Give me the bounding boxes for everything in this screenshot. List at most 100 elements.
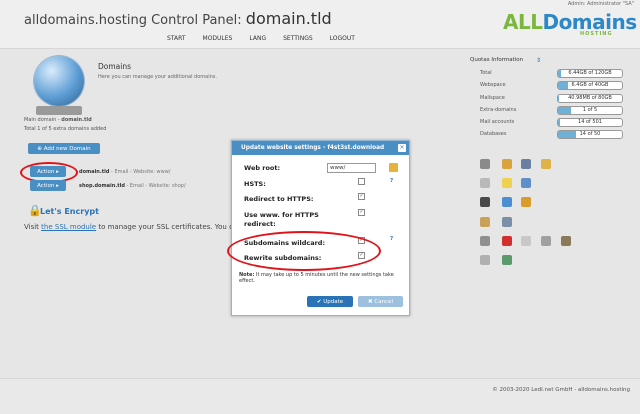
quota-label: Total (480, 70, 492, 76)
title-domain: domain.tld (245, 9, 332, 28)
highlight-annotation (227, 231, 381, 271)
document-icon[interactable] (480, 255, 490, 265)
sort-icon[interactable]: ⇕ (536, 57, 541, 64)
cancel-button[interactable]: ✖ Cancel (358, 296, 403, 307)
use-www-checkbox[interactable]: ✓ (358, 209, 365, 216)
redirect-https-label: Redirect to HTTPS: (244, 195, 314, 203)
quota-value: 6.44GB of 120GB (568, 70, 612, 76)
quota-label: Databases (480, 131, 507, 137)
page-title: alldomains.hosting Control Panel: domain… (24, 9, 332, 28)
close-icon[interactable] (502, 236, 512, 246)
add-domain-button[interactable]: ⊕ Add new Domain (28, 143, 100, 154)
quota-bar: 6.4GB of 40GB (557, 81, 623, 90)
close-icon[interactable]: ✕ (398, 144, 406, 152)
quota-row: Databases 14 of 50 (474, 129, 624, 139)
quota-value: 14 of 50 (579, 131, 601, 137)
domains-heading: Domains (98, 62, 132, 71)
quota-value: 1 of 5 (582, 107, 598, 113)
help-icon[interactable]: ? (390, 178, 393, 184)
quota-bar: 40.98MB of 80GB (557, 94, 623, 103)
database-icon[interactable] (480, 236, 490, 246)
add-domain-label: Add new Domain (43, 145, 91, 152)
smile-icon[interactable] (541, 159, 551, 169)
ssl-module-link[interactable]: the SSL module (41, 223, 96, 231)
nav-settings[interactable]: SETTINGS (283, 35, 313, 42)
folder-icon[interactable] (389, 163, 398, 172)
strike-icon[interactable] (480, 178, 490, 188)
quota-value: 14 of 501 (578, 119, 602, 125)
quota-label: Webspace (480, 82, 506, 88)
floppy-icon[interactable] (480, 159, 490, 169)
hsts-checkbox[interactable] (358, 178, 365, 185)
quota-bar: 14 of 50 (557, 130, 623, 139)
quota-row: Webspace 6.4GB of 40GB (474, 80, 624, 90)
nav-lang[interactable]: LANG (249, 35, 266, 42)
web-root-label: Web root: (244, 164, 281, 172)
quotas-title: Quotas Information (470, 57, 524, 63)
domain-name[interactable]: shop.domain.tld (79, 183, 125, 189)
sheep-icon[interactable] (480, 197, 490, 207)
server-base-icon (36, 106, 82, 115)
brand-logo[interactable]: ALLDomains (503, 10, 637, 34)
domain-row: shop.domain.tld - Email - Website: shop/ (79, 183, 186, 189)
nav-modules[interactable]: MODULES (203, 35, 233, 42)
main-nav: START MODULES LANG SETTINGS LOGOUT (167, 35, 355, 42)
search-icon[interactable] (502, 255, 512, 265)
domains-description: Here you can manage your additional doma… (98, 74, 217, 80)
le-text-before: Visit (24, 223, 42, 231)
dialog-header: Update website settings - f4st3st.downlo… (232, 141, 409, 155)
main-domain: Main domain - domain.tld (24, 117, 92, 123)
le-text-after: to manage your SSL certificates. You ca (96, 223, 238, 231)
domains-total: Total 1 of 5 extra domains added (24, 126, 107, 132)
quota-value: 6.4GB of 40GB (571, 82, 609, 88)
people-icon[interactable] (521, 159, 531, 169)
db-icon[interactable] (541, 236, 551, 246)
quota-value: 40.98MB of 80GB (568, 95, 612, 101)
quota-label: Mailspace (480, 95, 505, 101)
cancel-label: Cancel (374, 298, 393, 305)
lock-small-icon[interactable] (521, 197, 531, 207)
admin-label: Admin: Administrator "SA" (567, 1, 634, 7)
card-icon[interactable] (521, 236, 531, 246)
footer-copyright: © 2003-2020 LedI.net GmbH - alldomains.h… (492, 387, 630, 393)
user-icon[interactable] (521, 178, 531, 188)
web-root-input[interactable]: www/ (327, 163, 376, 173)
quota-bar: 1 of 5 (557, 106, 623, 115)
action-button[interactable]: Action ▸ (30, 180, 66, 191)
quota-bar: 6.44GB of 120GB (557, 69, 623, 78)
quota-row: Mail accounts 14 of 501 (474, 117, 624, 127)
dialog-note: Note: It may take up to 5 minutes until … (239, 272, 403, 284)
main-domain-value: domain.tld (61, 117, 92, 123)
domain-links: - Email - Website: shop/ (124, 183, 186, 189)
domain-name[interactable]: domain.tld (79, 169, 109, 175)
server-icon[interactable] (502, 217, 512, 227)
update-label: Update (323, 298, 344, 305)
domain-links: - Email - Website: www/ (109, 169, 171, 175)
globe-icon (34, 56, 84, 106)
footer: © 2003-2020 LedI.net GmbH - alldomains.h… (0, 378, 640, 414)
quota-row: Total 6.44GB of 120GB (474, 68, 624, 78)
chevron-right-icon: ▸ (56, 182, 59, 189)
quota-label: Mail accounts (480, 119, 515, 125)
use-www-label: Use www. for HTTPS redirect: (244, 211, 319, 228)
quota-bar: 14 of 501 (557, 118, 623, 127)
note-text: It may take up to 5 minutes until the ne… (239, 272, 394, 284)
pencil-icon[interactable] (480, 217, 490, 227)
help-icon[interactable]: ? (390, 236, 393, 242)
logo-all: ALL (503, 10, 543, 34)
dialog-title: Update website settings - f4st3st.downlo… (241, 145, 385, 151)
quota-row: Mailspace 40.98MB of 80GB (474, 93, 624, 103)
quota-label: Extra-domains (480, 107, 517, 113)
nav-start[interactable]: START (167, 35, 186, 42)
lightbulb-icon[interactable] (502, 178, 512, 188)
redirect-https-checkbox[interactable]: ✓ (358, 193, 365, 200)
calendar-icon[interactable] (502, 159, 512, 169)
title-prefix: alldomains.hosting Control Panel: (24, 13, 242, 28)
nav-logout[interactable]: LOGOUT (330, 35, 355, 42)
hsts-label: HSTS: (244, 180, 266, 188)
image-icon[interactable] (561, 236, 571, 246)
update-button[interactable]: ✔ Update (307, 296, 353, 307)
header: Admin: Administrator "SA" alldomains.hos… (0, 0, 640, 49)
main-domain-label: Main domain - (24, 117, 60, 123)
globe-small-icon[interactable] (502, 197, 512, 207)
